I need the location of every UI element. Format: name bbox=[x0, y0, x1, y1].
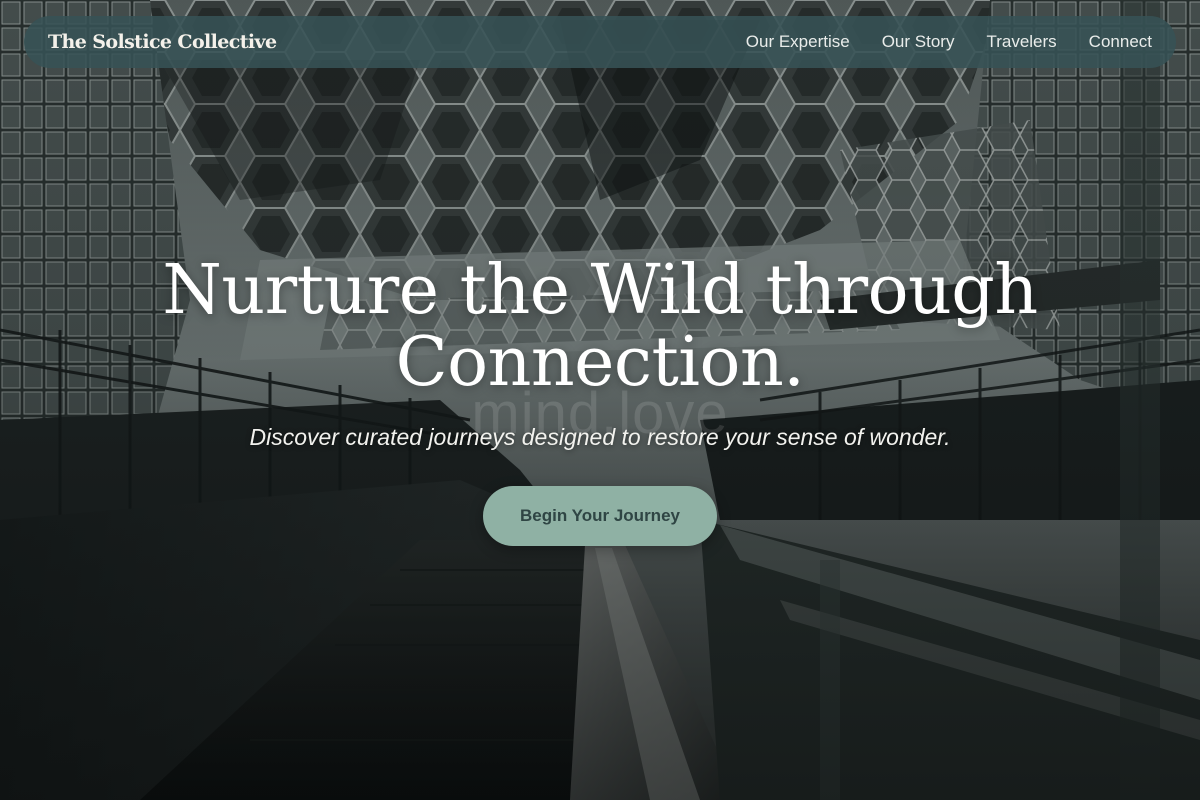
begin-journey-button[interactable]: Begin Your Journey bbox=[483, 486, 717, 546]
landing-page: The Solstice Collective Our Expertise Ou… bbox=[0, 0, 1200, 800]
hero-title-line-2: Connection. bbox=[395, 323, 805, 402]
nav-link-our-expertise[interactable]: Our Expertise bbox=[746, 32, 850, 52]
brand-logo[interactable]: The Solstice Collective bbox=[48, 31, 277, 53]
top-navigation-bar: The Solstice Collective Our Expertise Ou… bbox=[24, 16, 1176, 68]
nav-link-travelers[interactable]: Travelers bbox=[986, 32, 1056, 52]
nav-link-connect[interactable]: Connect bbox=[1089, 32, 1152, 52]
nav-link-our-story[interactable]: Our Story bbox=[882, 32, 955, 52]
hero-subtitle: Discover curated journeys designed to re… bbox=[249, 424, 951, 450]
hero-heading-block: Nurture the Wild through Connection. bbox=[0, 255, 1200, 399]
hero-title-line-1: Nurture the Wild through bbox=[162, 251, 1038, 330]
nav-links: Our Expertise Our Story Travelers Connec… bbox=[746, 32, 1152, 52]
hero-title: Nurture the Wild through Connection. bbox=[0, 255, 1200, 399]
